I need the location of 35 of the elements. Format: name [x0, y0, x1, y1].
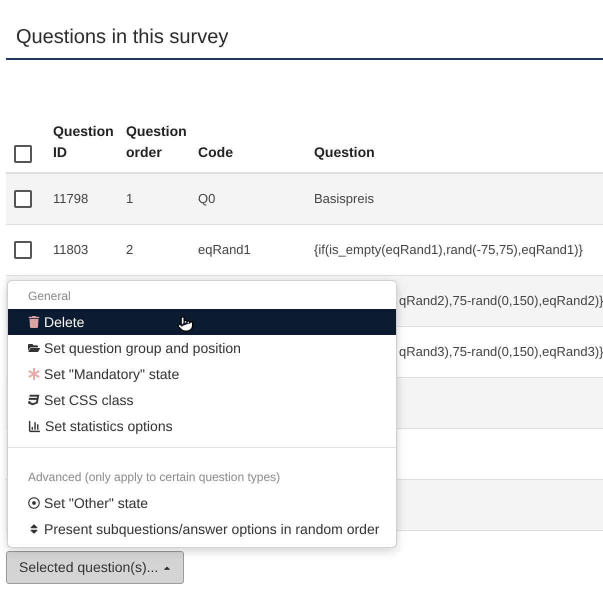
sort-icon — [28, 523, 40, 535]
table-cell: qRand3),75-rand(0,150),eqRand3)} — [399, 344, 603, 360]
menu-item[interactable]: Set question group and position — [8, 335, 396, 361]
row-checkbox[interactable] — [14, 241, 32, 259]
table-cell: eqRand1 — [198, 242, 251, 258]
menu-item[interactable]: Set "Other" state — [8, 490, 396, 516]
menu-section-header: Advanced (only apply to certain question types) — [28, 469, 280, 486]
asterisk-icon — [28, 368, 40, 380]
row-checkbox[interactable] — [14, 190, 32, 208]
menu-item[interactable]: Present subquestions/answer options in random order — [8, 516, 396, 542]
column-header: Question order — [126, 122, 188, 162]
column-header: Question ID — [53, 122, 115, 162]
trash-icon — [28, 316, 40, 328]
menu-item[interactable]: Delete — [8, 309, 396, 335]
table-cell: 11803 — [53, 242, 88, 258]
bulk-action-button[interactable]: Selected question(s)... — [6, 551, 184, 584]
css-icon — [28, 394, 40, 406]
select-all-checkbox[interactable] — [14, 145, 32, 163]
table-cell: 2 — [126, 242, 134, 258]
menu-item[interactable]: Set "Mandatory" state — [8, 361, 396, 387]
table-cell: 1 — [126, 191, 134, 206]
menu-item[interactable]: Set statistics options — [8, 413, 396, 439]
table-cell: Q0 — [198, 191, 216, 206]
column-header: Question — [314, 143, 375, 162]
section-title: Questions in this survey — [16, 25, 228, 50]
table-cell: Basispreis — [314, 191, 374, 206]
menu-section-header: General — [28, 288, 71, 305]
table-cell: 11798 — [53, 191, 88, 206]
column-header: Code — [198, 143, 233, 162]
menu-item[interactable]: Set CSS class — [8, 387, 396, 413]
bar-chart-icon — [28, 420, 41, 432]
folder-icon — [28, 342, 40, 354]
table-cell: qRand2),75-rand(0,150),eqRand2)} — [399, 293, 603, 308]
hand-cursor-icon — [177, 314, 194, 334]
table-cell: {if(is_empty(eqRand1),rand(-75,75),eqRand1)} — [314, 242, 583, 258]
